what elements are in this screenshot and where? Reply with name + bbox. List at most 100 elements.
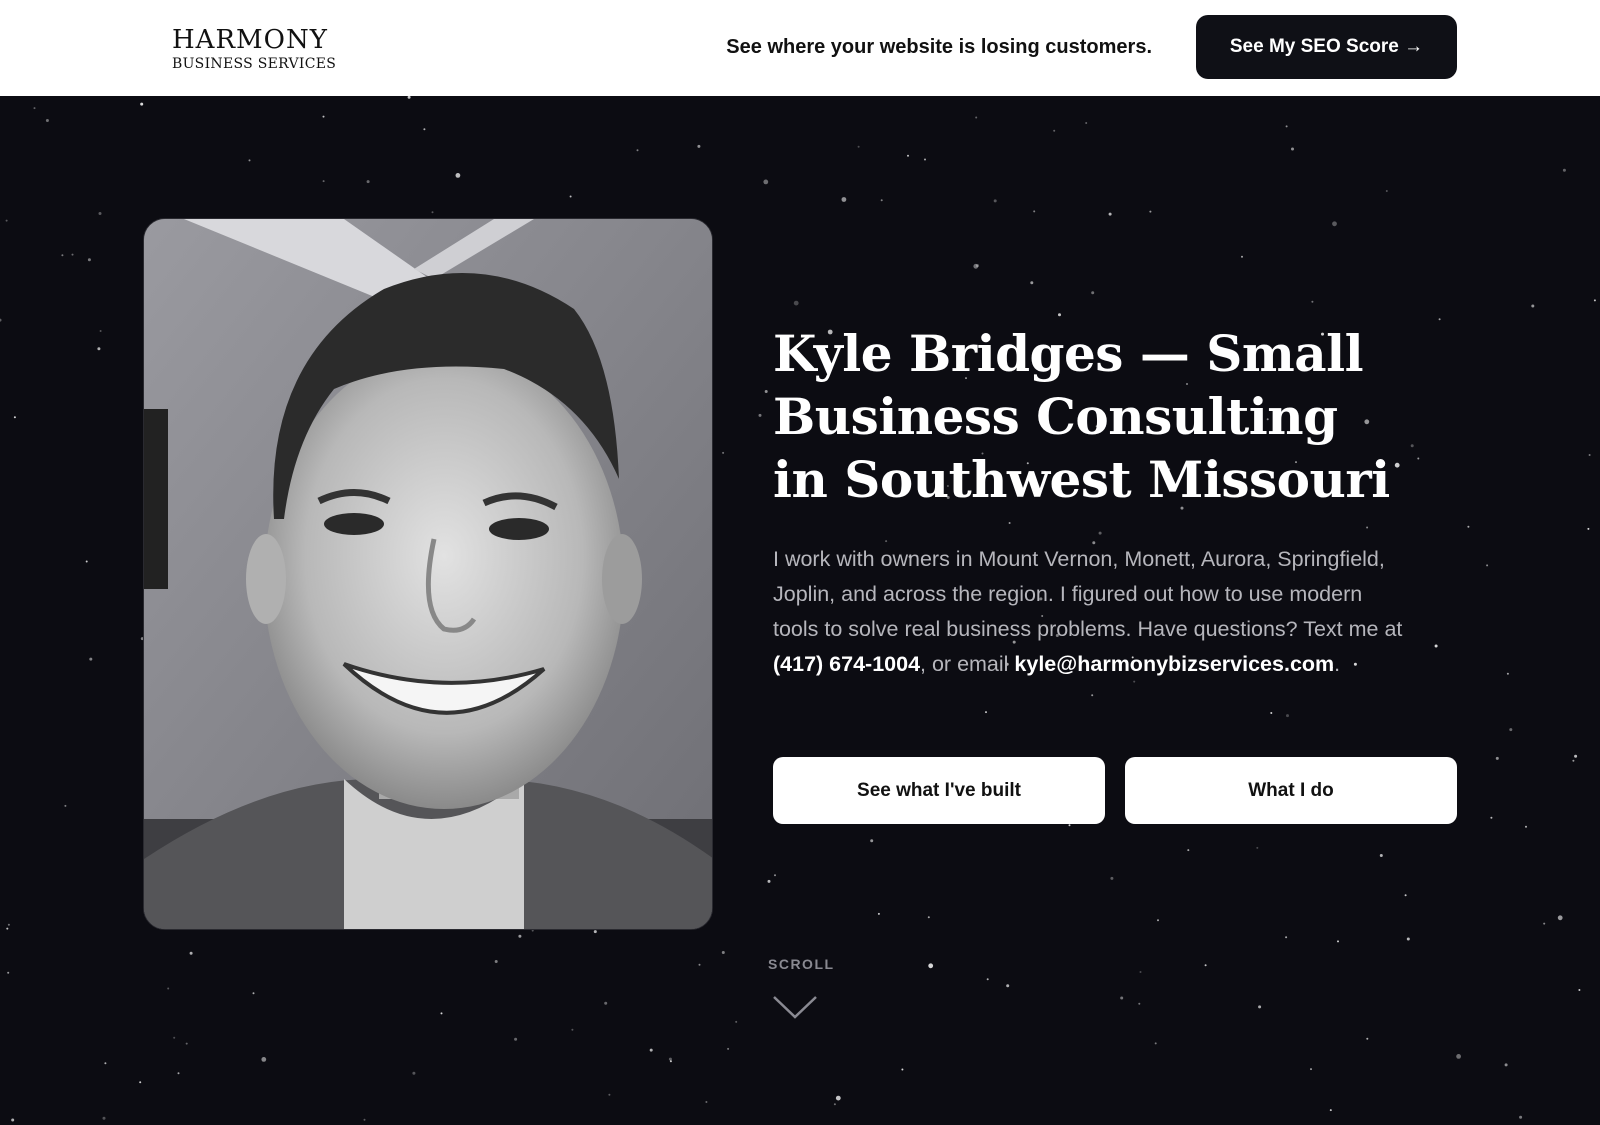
star — [1495, 756, 1499, 760]
star — [1120, 996, 1124, 1000]
star — [1379, 854, 1383, 857]
email-link[interactable]: kyle@harmonybizservices.com — [1014, 652, 1334, 676]
star — [177, 1072, 180, 1075]
star — [99, 330, 102, 332]
star — [440, 1012, 443, 1015]
star — [5, 219, 8, 222]
hero-description: I work with owners in Mount Vernon, Mone… — [773, 542, 1413, 682]
star — [907, 154, 909, 157]
star — [1286, 714, 1289, 718]
site-header: HARMONY BUSINESS SERVICES See where your… — [0, 0, 1600, 96]
star — [727, 1047, 730, 1050]
profile-portrait — [143, 218, 713, 930]
star — [735, 1020, 738, 1023]
what-i-do-button[interactable]: What I do — [1125, 757, 1457, 824]
star — [366, 180, 370, 184]
star — [705, 1101, 708, 1103]
star — [423, 128, 426, 131]
star — [494, 960, 498, 963]
star — [1506, 672, 1509, 675]
chevron-down-icon[interactable] — [772, 994, 818, 1020]
star — [1085, 122, 1088, 124]
star — [412, 1071, 416, 1075]
seo-score-button[interactable]: See My SEO Score → — [1196, 15, 1457, 79]
star — [857, 145, 860, 148]
star — [649, 1048, 653, 1052]
star — [697, 144, 701, 148]
portrait-photo-illustration — [144, 219, 712, 929]
star — [139, 1081, 142, 1084]
star — [407, 96, 411, 99]
star — [1256, 846, 1259, 849]
star — [61, 254, 64, 257]
star — [774, 874, 776, 877]
star — [140, 102, 144, 106]
star — [1110, 876, 1114, 880]
star — [668, 1057, 672, 1061]
star — [669, 1060, 672, 1063]
star — [252, 992, 255, 995]
star — [763, 179, 769, 185]
star — [248, 159, 251, 162]
star — [1006, 984, 1010, 988]
star — [927, 916, 930, 919]
star — [33, 107, 36, 110]
star — [1588, 454, 1591, 456]
star — [167, 987, 170, 990]
harmony-logo[interactable]: HARMONY BUSINESS SERVICES — [172, 25, 336, 73]
star — [1329, 1109, 1332, 1112]
star — [1187, 849, 1190, 852]
logo-wordmark: HARMONY — [172, 25, 328, 55]
star — [721, 951, 725, 954]
star — [1434, 644, 1438, 648]
star — [1410, 444, 1414, 448]
star — [1562, 168, 1566, 172]
star — [1149, 210, 1152, 213]
star — [758, 413, 762, 417]
star — [870, 839, 874, 843]
star — [104, 1062, 107, 1065]
scroll-label: SCROLL — [768, 956, 835, 972]
star — [985, 711, 987, 714]
star — [1509, 728, 1513, 732]
star — [833, 1103, 836, 1106]
star — [1394, 462, 1400, 468]
star — [6, 927, 9, 930]
star — [1406, 937, 1410, 941]
star — [722, 451, 725, 454]
star — [1366, 526, 1369, 529]
star — [173, 1036, 176, 1039]
star — [593, 930, 597, 934]
star — [1587, 527, 1590, 530]
star — [85, 560, 88, 563]
see-what-ive-built-button[interactable]: See what I've built — [773, 757, 1105, 824]
star — [928, 963, 934, 969]
star — [901, 1068, 904, 1071]
star — [1008, 522, 1011, 524]
star — [1311, 300, 1314, 303]
star — [1108, 212, 1112, 216]
star — [363, 1118, 366, 1121]
star — [1456, 1054, 1461, 1059]
star — [1486, 564, 1489, 567]
star — [1490, 816, 1493, 819]
star — [880, 199, 883, 202]
star — [1543, 922, 1546, 925]
star — [1310, 1068, 1312, 1071]
star — [1285, 125, 1288, 128]
star — [1337, 940, 1339, 943]
star — [7, 923, 10, 926]
star — [569, 195, 572, 198]
star — [835, 1095, 841, 1101]
star — [1270, 712, 1273, 714]
star — [1438, 318, 1441, 321]
star — [261, 1057, 267, 1062]
phone-link[interactable]: (417) 674-1004 — [773, 652, 920, 676]
star — [11, 1118, 15, 1122]
star — [1519, 1115, 1523, 1119]
star — [698, 963, 701, 966]
star — [767, 879, 771, 883]
desc-text-3: . — [1334, 652, 1341, 676]
star — [431, 211, 434, 214]
star — [1154, 1042, 1157, 1045]
